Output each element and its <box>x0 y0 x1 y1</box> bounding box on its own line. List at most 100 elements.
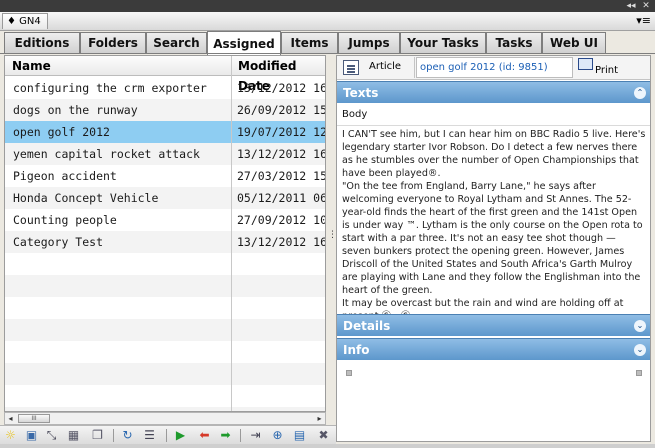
horizontal-scrollbar[interactable]: ◂ III ▸ <box>4 412 326 425</box>
table-row[interactable]: yemen capital rocket attack 13/12/2012 16… <box>5 143 326 165</box>
expand-down-icon[interactable]: ⌄ <box>634 320 646 332</box>
folder-move-icon[interactable]: ▤ <box>292 428 307 443</box>
tab-editions[interactable]: Editions <box>4 32 80 54</box>
assigned-list: Name Modified Date configuring the crm e… <box>4 55 326 412</box>
table-row[interactable]: Honda Concept Vehicle 05/12/2011 06: <box>5 187 326 209</box>
body-paragraph: "On the tee from England, Barry Lane," h… <box>342 181 643 296</box>
row-modified-date: 26/09/2012 15: <box>237 103 326 117</box>
export-icon[interactable]: ⇥ <box>248 428 263 443</box>
trash-icon[interactable]: ✖ <box>316 428 331 443</box>
row-name: Honda Concept Vehicle <box>13 191 159 205</box>
section-details[interactable]: Details ⌄ <box>337 314 650 336</box>
bottom-toolbar: ☼ ▣ ⤡ ▦ ❐ ↻ ☰ ▶ ⬅ ➡ ⇥ ⊕ ▤ ✖ <box>0 425 336 444</box>
column-header-name[interactable]: Name <box>5 56 231 76</box>
item-info-bar: Article open golf 2012 (id: 9851) Print <box>337 56 650 80</box>
tab-items[interactable]: Items <box>281 32 338 54</box>
scroll-left-icon[interactable]: ◂ <box>5 413 16 424</box>
table-row[interactable]: Pigeon accident 27/03/2012 15: <box>5 165 326 187</box>
panel-menu-icon[interactable]: ▾≡ <box>636 14 651 28</box>
tab-tasks[interactable]: Tasks <box>486 32 542 54</box>
empty-row <box>5 275 325 297</box>
row-modified-date: 19/07/2012 12: <box>237 125 326 139</box>
tab-web-ui[interactable]: Web UI <box>542 32 606 54</box>
toolbar-separator <box>113 429 114 442</box>
panel-tab[interactable]: ♦ GN4 <box>2 13 48 29</box>
print-button[interactable]: Print <box>575 57 635 78</box>
table-row[interactable]: Category Test 13/12/2012 16: <box>5 231 325 253</box>
expand-down-icon[interactable]: ⌄ <box>634 344 646 356</box>
table-row[interactable]: dogs on the runway 26/09/2012 15: <box>5 99 326 121</box>
table-row[interactable]: configuring the crm exporter 13/12/2012 1… <box>5 77 326 99</box>
row-name: Counting people <box>13 213 117 227</box>
row-name: dogs on the runway <box>13 103 138 117</box>
resize-handle[interactable] <box>346 370 352 376</box>
collapse-up-icon[interactable]: ⌃ <box>634 87 646 99</box>
panel-arrow-icon: ♦ <box>7 16 16 27</box>
resize-handle[interactable] <box>636 370 642 376</box>
window-top-strip: ◂◂ ✕ <box>0 0 655 12</box>
grid-icon[interactable]: ▦ <box>66 428 81 443</box>
collapse-icon[interactable]: ◂◂ <box>626 1 636 11</box>
play-icon[interactable]: ▶ <box>173 428 188 443</box>
tab-folders[interactable]: Folders <box>80 32 146 54</box>
print-label: Print <box>595 65 619 76</box>
empty-row <box>5 253 325 275</box>
globe-icon[interactable]: ⊕ <box>270 428 285 443</box>
body-label: Body <box>342 109 368 120</box>
row-modified-date: 13/12/2012 16: <box>237 147 326 161</box>
empty-row <box>5 319 325 341</box>
tab-bar: Editions Folders Search Assigned Items J… <box>4 31 651 55</box>
column-separator[interactable] <box>231 56 232 411</box>
window-bottom-edge <box>0 444 655 448</box>
table-row[interactable]: Counting people 27/09/2012 10: <box>5 209 326 231</box>
image-icon[interactable]: ▣ <box>24 428 39 443</box>
pages-icon[interactable]: ❐ <box>90 428 105 443</box>
tab-jumps[interactable]: Jumps <box>338 32 400 54</box>
section-texts-label: Texts <box>343 86 379 100</box>
tab-assigned[interactable]: Assigned <box>207 31 281 55</box>
scroll-thumb[interactable]: III <box>18 414 50 423</box>
column-header-modified-date[interactable]: Modified Date <box>231 56 325 93</box>
scroll-right-icon[interactable]: ▸ <box>314 413 325 424</box>
section-details-label: Details <box>343 319 391 333</box>
detail-pane: Article open golf 2012 (id: 9851) Print … <box>336 55 651 442</box>
row-modified-date: 05/12/2011 06: <box>237 191 326 205</box>
empty-row <box>5 363 325 385</box>
article-icon <box>343 60 359 75</box>
doc-type: Article <box>339 57 415 78</box>
section-info-label: Info <box>343 343 370 357</box>
tab-your-tasks[interactable]: Your Tasks <box>400 32 486 54</box>
row-name: Category Test <box>13 235 104 249</box>
row-name: open golf 2012 <box>13 125 110 139</box>
row-modified-date: 27/03/2012 15: <box>237 169 326 183</box>
body-divider <box>337 125 650 126</box>
pane-splitter[interactable]: ⋮ <box>328 231 337 246</box>
empty-row <box>5 341 325 363</box>
sun-icon[interactable]: ☼ <box>3 428 18 443</box>
row-modified-date: 27/09/2012 10: <box>237 213 326 227</box>
row-name: yemen capital rocket attack <box>13 147 200 161</box>
tab-underline <box>0 53 655 54</box>
tab-search[interactable]: Search <box>146 32 207 54</box>
row-modified-date: 13/12/2012 16: <box>237 81 326 95</box>
empty-row <box>5 385 325 407</box>
close-icon[interactable]: ✕ <box>641 1 651 11</box>
panel-title: GN4 <box>19 16 41 27</box>
body-text-editor[interactable]: I CAN'T see him, but I can hear him on B… <box>342 128 647 323</box>
body-paragraph: I CAN'T see him, but I can hear him on B… <box>342 129 646 179</box>
empty-row <box>5 297 325 319</box>
transform-icon[interactable]: ⤡ <box>44 428 59 443</box>
document-list-icon[interactable]: ☰ <box>142 428 157 443</box>
table-row[interactable]: open golf 2012 19/07/2012 12: <box>5 121 326 143</box>
doc-type-label: Article <box>369 61 402 72</box>
refresh-icon[interactable]: ↻ <box>120 428 135 443</box>
row-name: Pigeon accident <box>13 169 117 183</box>
toolbar-separator <box>166 429 167 442</box>
section-texts[interactable]: Texts ⌃ <box>337 81 650 103</box>
item-title-link[interactable]: open golf 2012 (id: 9851) <box>416 57 573 78</box>
arrow-right-icon[interactable]: ➡ <box>218 428 233 443</box>
section-info[interactable]: Info ⌄ <box>337 338 650 360</box>
printer-icon <box>578 58 593 70</box>
app-window: ◂◂ ✕ ♦ GN4 ▾≡ Editions Folders Search As… <box>0 0 655 448</box>
arrow-left-icon[interactable]: ⬅ <box>197 428 212 443</box>
